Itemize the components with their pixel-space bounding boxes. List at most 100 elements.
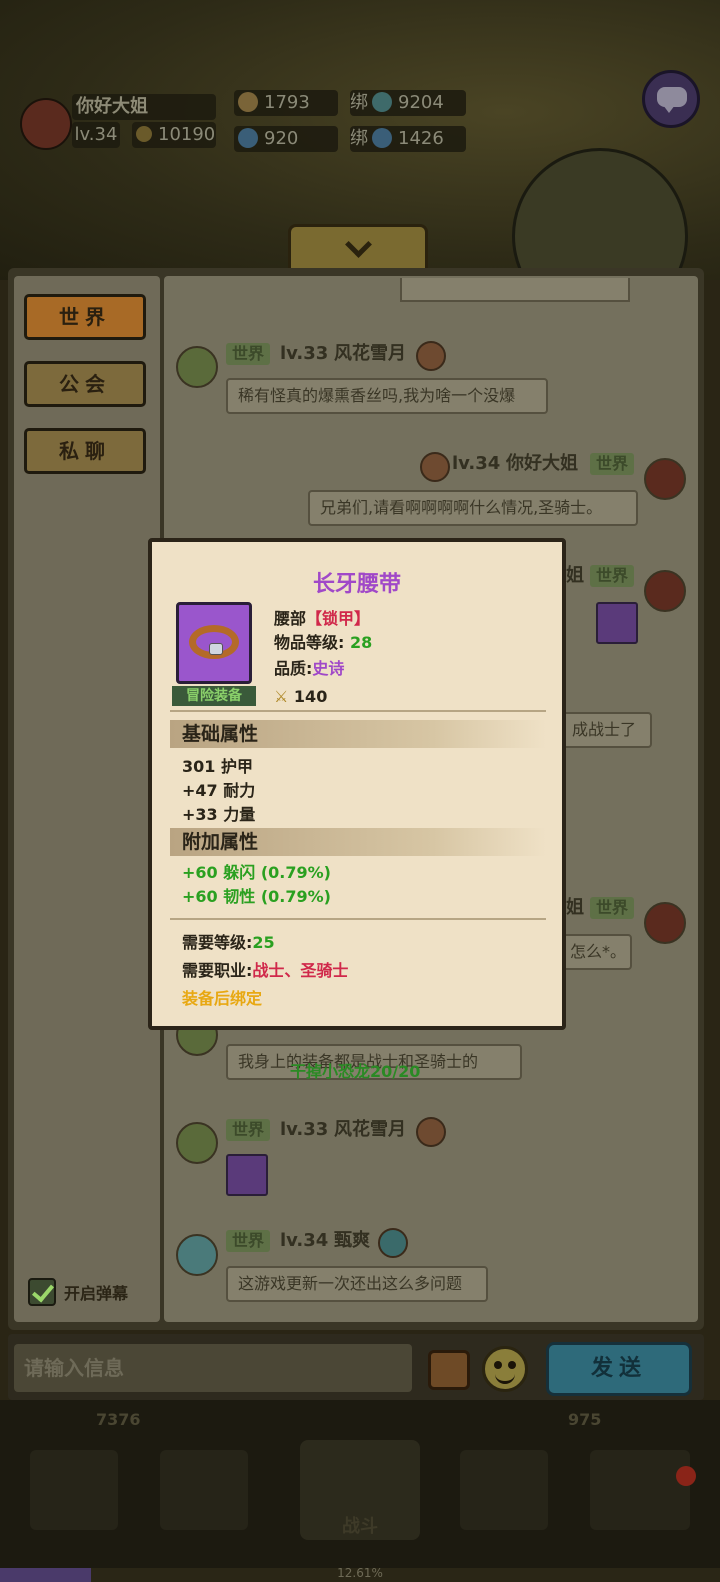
power-display: 10190: [132, 122, 216, 148]
nav-guild-icon[interactable]: [460, 1450, 548, 1530]
message-bubble-partial: [400, 278, 630, 302]
quest-progress-notice: 干掉小恐龙20/20: [290, 1062, 421, 1081]
message-bubble: 稀有怪真的爆熏香丝吗,我为啥一个没爆: [226, 378, 548, 414]
user-name[interactable]: 风花雪月: [334, 343, 406, 365]
user-name-fragment: 姐: [566, 897, 584, 918]
add-bound-gem-icon[interactable]: [372, 127, 392, 148]
belt-item-icon: [176, 602, 252, 684]
message-bubble: 成战士了: [560, 712, 652, 748]
barrage-checkbox[interactable]: [28, 1278, 56, 1306]
channel-tag: 世界: [590, 453, 635, 475]
gold-display: 1793: [234, 90, 338, 116]
send-button[interactable]: 发送: [546, 1342, 692, 1396]
base-stat-stamina: +47 耐力: [182, 781, 256, 800]
item-category: 冒险装备: [172, 686, 256, 706]
base-stats-header: 基础属性: [170, 720, 546, 748]
avatar[interactable]: [176, 1234, 218, 1276]
stat-left: 7376: [96, 1410, 141, 1429]
rank-badge-icon: [420, 452, 450, 482]
item-slot-line: 腰部【锁甲】: [274, 608, 370, 630]
nav-shop-icon[interactable]: [590, 1450, 690, 1530]
power-value: 10190: [158, 124, 216, 145]
avatar[interactable]: [644, 570, 686, 612]
stat-right: 975: [568, 1410, 602, 1429]
item-armor-type: 【锁甲】: [306, 609, 371, 628]
item-score-line: ⚔ 140: [274, 686, 327, 708]
divider: [170, 710, 546, 712]
extra-stat-resilience: +60 韧性 (0.79%): [182, 887, 331, 906]
required-class-line: 需要职业:战士、圣骑士: [182, 960, 348, 982]
item-score: 140: [293, 687, 328, 706]
inventory-bag-icon[interactable]: [428, 1350, 470, 1390]
user-level: lv.33: [280, 343, 329, 364]
bound-gem-label: 绑: [350, 128, 368, 149]
rank-badge-icon: [416, 341, 446, 371]
user-name[interactable]: 甄爽: [334, 1230, 370, 1252]
add-gold-icon[interactable]: [372, 91, 392, 112]
item-link-thumbnail[interactable]: [226, 1154, 268, 1196]
add-gem-icon[interactable]: [238, 127, 258, 148]
item-level-label: 物品等级:: [274, 633, 345, 652]
required-level-label: 需要等级:: [182, 933, 253, 952]
avatar[interactable]: [176, 346, 218, 388]
item-link-thumbnail[interactable]: [596, 602, 638, 644]
bound-gold-value: 9204: [398, 92, 444, 113]
rank-badge-icon: [378, 1228, 408, 1258]
required-class-label: 需要职业:: [182, 961, 253, 980]
bound-gold-label: 绑: [350, 92, 368, 113]
emoji-icon[interactable]: [482, 1346, 528, 1392]
channel-tag: 世界: [226, 1119, 271, 1141]
progress-label: 12.61%: [337, 1566, 383, 1580]
base-stat-armor: 301 护甲: [182, 757, 253, 776]
bind-on-equip: 装备后绑定: [182, 989, 263, 1008]
required-level-line: 需要等级:25: [182, 932, 275, 954]
channel-tag: 世界: [590, 897, 635, 919]
item-level-line: 物品等级: 28: [274, 632, 372, 654]
collapse-chat-tab[interactable]: [288, 224, 428, 274]
divider: [170, 918, 546, 920]
gold-coin-icon: [238, 91, 258, 112]
player-name: 你好大姐: [72, 94, 216, 120]
channel-tag: 世界: [590, 565, 635, 587]
base-stat-strength: +33 力量: [182, 805, 256, 824]
chat-bubble-icon[interactable]: [642, 70, 700, 128]
avatar[interactable]: [644, 458, 686, 500]
user-level: lv.34: [452, 453, 501, 474]
gold-value: 1793: [264, 92, 310, 113]
extra-stat-dodge: +60 躲闪 (0.79%): [182, 863, 331, 882]
gem-display: 920: [234, 126, 338, 152]
gem-value: 920: [264, 128, 299, 149]
item-level-value: 28: [349, 633, 373, 652]
user-level: lv.33: [280, 1119, 329, 1140]
message-bubble: 怎么*。: [560, 934, 632, 970]
bound-gem-display: 绑 1426: [350, 126, 466, 152]
item-quality-value: 史诗: [312, 659, 345, 678]
avatar[interactable]: [644, 902, 686, 944]
avatar[interactable]: [176, 1122, 218, 1164]
chevron-down-icon: [345, 231, 372, 258]
chat-input[interactable]: 请输入信息: [14, 1344, 412, 1392]
barrage-label: 开启弹幕: [64, 1284, 129, 1303]
user-name[interactable]: 风花雪月: [334, 1119, 406, 1141]
player-avatar[interactable]: [20, 98, 72, 150]
item-quality-label: 品质:: [274, 659, 313, 678]
user-name[interactable]: 你好大姐: [506, 453, 578, 475]
nav-skills-icon[interactable]: [160, 1450, 248, 1530]
channel-tag: 世界: [226, 1230, 271, 1252]
tab-world[interactable]: 世界: [24, 294, 146, 340]
power-icon: [136, 125, 152, 142]
user-level: lv.34: [280, 1230, 329, 1251]
required-class-value: 战士、圣骑士: [252, 961, 349, 980]
crossed-swords-icon: ⚔: [274, 687, 289, 706]
message-bubble: 兄弟们,请看啊啊啊啊什么情况,圣骑士。: [308, 490, 638, 526]
tab-guild[interactable]: 公会: [24, 361, 146, 407]
nav-character-icon[interactable]: [30, 1450, 118, 1530]
item-title: 长牙腰带: [312, 572, 401, 597]
notification-dot-icon: [676, 1466, 696, 1486]
nav-battle-button[interactable]: 战斗: [300, 1440, 420, 1540]
bound-gold-display: 绑 9204: [350, 90, 466, 116]
bound-gem-value: 1426: [398, 128, 444, 149]
item-slot: 腰部: [274, 609, 307, 628]
required-level-value: 25: [252, 933, 275, 952]
tab-private[interactable]: 私聊: [24, 428, 146, 474]
